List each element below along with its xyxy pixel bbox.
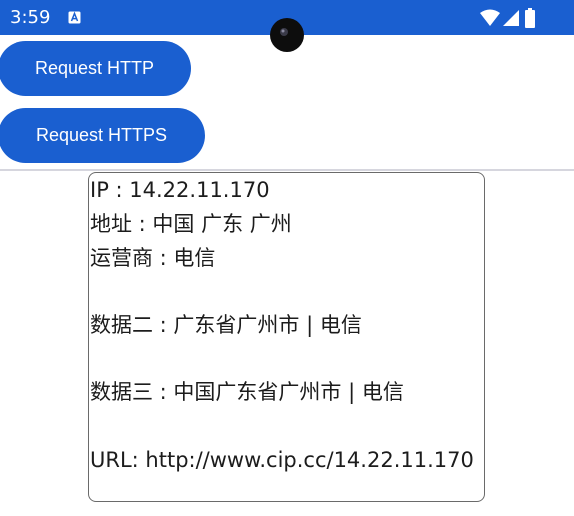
result-address: 地址 : 中国 广东 广州 — [90, 212, 292, 236]
result-data-three: 数据三 : 中国广东省广州市 | 电信 — [90, 380, 404, 404]
wifi-icon — [480, 9, 500, 26]
result-carrier: 运营商 : 电信 — [90, 246, 216, 270]
a-box-icon — [68, 11, 81, 24]
result-ip: IP : 14.22.11.170 — [90, 178, 270, 202]
result-url: URL: http://www.cip.cc/14.22.11.170 — [90, 448, 474, 472]
signal-icon — [503, 10, 519, 26]
divider — [0, 169, 574, 171]
status-time: 3:59 — [10, 7, 51, 28]
battery-icon — [525, 8, 535, 28]
front-camera-icon — [270, 18, 304, 52]
request-https-button[interactable]: Request HTTPS — [0, 108, 205, 163]
request-http-button[interactable]: Request HTTP — [0, 41, 191, 96]
result-data-two: 数据二 : 广东省广州市 | 电信 — [90, 313, 362, 337]
